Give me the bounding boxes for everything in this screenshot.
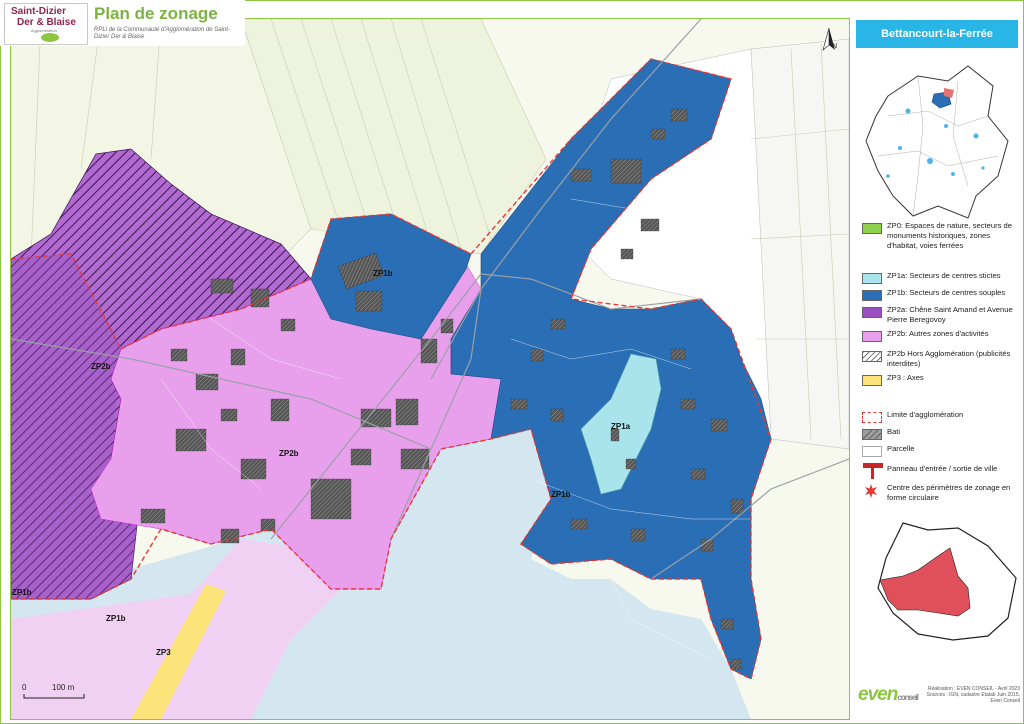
legend-swatch: [862, 375, 882, 386]
agglomeration-logo: Saint-Dizier Der & Blaise Agglomération: [4, 3, 88, 45]
legend-label: Parcelle: [887, 444, 915, 453]
legend-swatch: [862, 331, 882, 342]
legend-label: ZP2a: Chêne Saint Amand et Avenue Pierre…: [887, 305, 1013, 324]
legend-swatch: [862, 412, 882, 423]
legend-label: ZP1a: Secteurs de centres stictes: [887, 271, 1001, 280]
burst-icon: [864, 484, 878, 503]
legend-label: ZP1b: Secteurs de centres souples: [887, 288, 1006, 297]
zone-label-zp1a: ZP1a: [611, 422, 631, 431]
map-header: Saint-Dizier Der & Blaise Agglomération …: [0, 0, 245, 46]
zone-label-zp2b-west: ZP2b: [91, 362, 111, 371]
legend-swatch: [862, 429, 882, 440]
legend-label: Limite d'agglomération: [887, 410, 964, 419]
scale-zero: 0: [22, 683, 27, 692]
legend-panel: Bettancourt-la-Ferrée ZP0: Espaces de na…: [852, 18, 1022, 718]
legend-swatch: [862, 273, 882, 284]
legend-label: ZP2b Hors Agglomération (publicités inte…: [887, 349, 1011, 368]
zone-label-zp1b-sw: ZP1b: [12, 588, 32, 597]
sign-post-icon: [862, 462, 884, 485]
zone-label-zp3: ZP3: [156, 648, 171, 657]
leaf-icon: [41, 33, 59, 42]
north-arrow-icon: N: [816, 26, 842, 56]
legend-swatch: [862, 446, 882, 457]
legend-swatch: [862, 223, 882, 234]
zone-label-zp1b-north: ZP1b: [373, 269, 393, 278]
north-label: N: [832, 43, 837, 50]
zone-label-zp1b-main: ZP1b: [551, 490, 571, 499]
legend-swatch: [862, 307, 882, 318]
page-title: Plan de zonage: [94, 4, 218, 23]
logo-line2: Der & Blaise: [17, 17, 76, 28]
scale-bar: 0 100 m: [14, 682, 124, 706]
legend-label: ZP2b: Autres zones d'activités: [887, 329, 989, 338]
zone-label-zp1b-south: ZP1b: [106, 614, 126, 623]
zoning-map[interactable]: ZP1b ZP2b ZP2b ZP1a ZP1b ZP1b ZP1b ZP3: [10, 18, 850, 720]
page-subtitle: RPLi de la Communauté d'Agglomération de…: [94, 27, 230, 40]
legend-swatch: [862, 290, 882, 301]
legend-label: ZP0: Espaces de nature, secteurs de monu…: [887, 221, 1012, 250]
logo-line1: Saint-Dizier: [11, 6, 67, 17]
scale-label: 100 m: [52, 683, 75, 692]
map-canvas[interactable]: ZP1b ZP2b ZP2b ZP1a ZP1b ZP1b ZP1b ZP3: [11, 19, 849, 719]
commune-name: Bettancourt-la-Ferrée: [856, 20, 1018, 48]
legend-label: ZP3 : Axes: [887, 373, 924, 382]
locator-map: [858, 56, 1018, 222]
legend-swatch-hatched: [862, 351, 882, 362]
legend-label: Centre des périmètres de zonage en forme…: [887, 483, 1011, 502]
legend-label: Panneau d'entrée / sortie de ville: [887, 464, 998, 473]
zone-label-zp2b-center: ZP2b: [279, 449, 299, 458]
legend-label: Bati: [887, 427, 901, 436]
agglomeration-inset-map: [858, 518, 1020, 644]
